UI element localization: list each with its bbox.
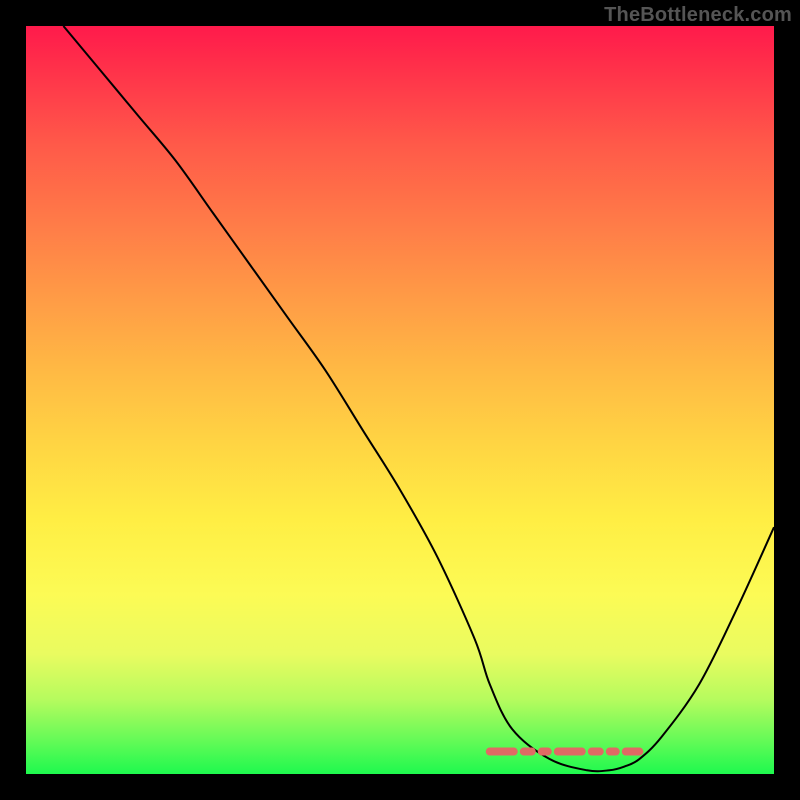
- watermark-label: TheBottleneck.com: [604, 4, 792, 27]
- curve-svg: [26, 26, 774, 774]
- plot-area: [26, 26, 774, 774]
- bottleneck-curve: [63, 26, 774, 771]
- chart-frame: TheBottleneck.com: [0, 0, 800, 800]
